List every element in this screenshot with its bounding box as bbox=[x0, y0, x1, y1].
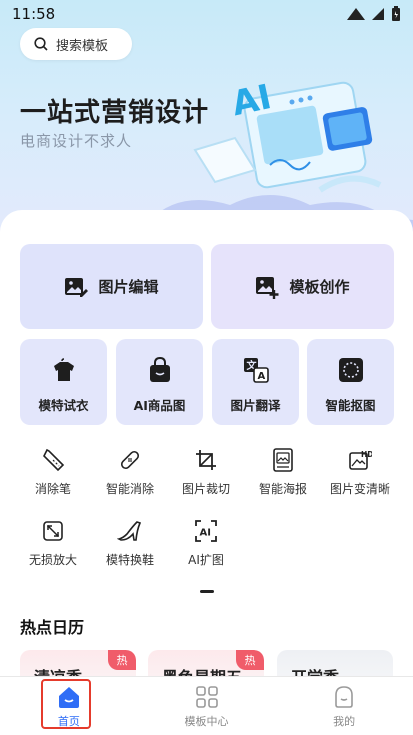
tool-smart-erase[interactable]: 智能消除 bbox=[90, 446, 170, 497]
image-edit-card[interactable]: 图片编辑 bbox=[20, 244, 203, 329]
smart-cutout-card[interactable]: 智能抠图 bbox=[307, 339, 394, 425]
svg-text:AI: AI bbox=[200, 528, 211, 539]
image-translate-label: 图片翻译 bbox=[230, 398, 281, 413]
hot-badge: 热 bbox=[236, 650, 264, 670]
tool-upscale-label: 无损放大 bbox=[28, 553, 77, 567]
grid-icon bbox=[195, 685, 218, 708]
svg-text:AI: AI bbox=[228, 77, 274, 124]
hot-badge: 热 bbox=[108, 650, 136, 670]
hero-banner: AI 11:58 搜索模板 一站式营销设计 电商设计不求人 bbox=[0, 0, 413, 240]
tool-smart-poster-label: 智能海报 bbox=[258, 482, 307, 496]
svg-text:A: A bbox=[257, 371, 265, 382]
hero-subtitle: 电商设计不求人 bbox=[20, 132, 133, 150]
bandage-icon bbox=[120, 450, 140, 470]
status-time: 11:58 bbox=[12, 5, 56, 23]
home-tab-highlight bbox=[41, 679, 91, 729]
high-heel-icon bbox=[117, 521, 142, 541]
tool-crop-label: 图片裁切 bbox=[181, 482, 230, 496]
tool-upscale[interactable]: 无损放大 bbox=[13, 517, 93, 568]
template-create-card[interactable]: 模板创作 bbox=[211, 244, 394, 329]
poster-icon bbox=[273, 448, 293, 472]
signal-icon bbox=[347, 8, 365, 20]
tool-shoe-swap-label: 模特换鞋 bbox=[105, 553, 154, 567]
tool-shoe-swap[interactable]: 模特换鞋 bbox=[90, 517, 170, 568]
ai-product-label: AI商品图 bbox=[133, 398, 186, 413]
ai-illustration: AI bbox=[193, 77, 382, 193]
model-tryon-label: 模特试衣 bbox=[38, 398, 89, 413]
ai-expand-icon: AI bbox=[195, 520, 217, 542]
template-create-label: 模板创作 bbox=[289, 278, 350, 296]
search-placeholder: 搜索模板 bbox=[56, 38, 109, 54]
hd-image-icon: HD bbox=[349, 450, 372, 470]
tab-profile[interactable]: 我的 bbox=[275, 677, 413, 735]
profile-icon bbox=[335, 685, 353, 708]
svg-text:HD: HD bbox=[361, 450, 372, 459]
search-bar[interactable]: 搜索模板 bbox=[20, 28, 132, 60]
image-edit-label: 图片编辑 bbox=[98, 278, 159, 296]
ai-product-card[interactable]: AI商品图 bbox=[116, 339, 203, 425]
hot-calendar-title: 热点日历 bbox=[20, 618, 85, 637]
tool-eraser-pen-label: 消除笔 bbox=[34, 482, 71, 496]
model-tryon-card[interactable]: 模特试衣 bbox=[20, 339, 107, 425]
status-icons bbox=[347, 6, 401, 22]
template-create-icon bbox=[256, 276, 279, 299]
eraser-pen-icon bbox=[43, 448, 65, 472]
smart-cutout-label: 智能抠图 bbox=[325, 398, 376, 413]
cellular-icon bbox=[372, 8, 384, 20]
status-bar: 11:58 bbox=[0, 0, 413, 28]
tool-hd-image[interactable]: HD 图片变清晰 bbox=[320, 446, 400, 497]
tool-eraser-pen[interactable]: 消除笔 bbox=[13, 446, 93, 497]
tab-template-center[interactable]: 模板中心 bbox=[138, 677, 276, 735]
tool-smart-poster[interactable]: 智能海报 bbox=[243, 446, 323, 497]
cutout-icon bbox=[338, 358, 363, 382]
tshirt-icon bbox=[53, 358, 74, 381]
tool-hd-image-label: 图片变清晰 bbox=[329, 482, 390, 496]
upscale-icon bbox=[43, 521, 63, 541]
tab-template-center-label: 模板中心 bbox=[184, 714, 229, 728]
hero-title: 一站式营销设计 bbox=[20, 98, 210, 128]
tab-profile-label: 我的 bbox=[333, 714, 356, 728]
image-edit-icon bbox=[65, 277, 89, 297]
translate-icon: 文A bbox=[243, 358, 269, 383]
shopping-bag-icon bbox=[149, 357, 170, 382]
image-translate-card[interactable]: 文A 图片翻译 bbox=[212, 339, 299, 425]
search-icon bbox=[34, 37, 48, 51]
tool-crop[interactable]: 图片裁切 bbox=[166, 446, 246, 497]
page-indicator bbox=[200, 590, 214, 593]
tool-smart-erase-label: 智能消除 bbox=[105, 482, 154, 496]
crop-icon bbox=[196, 450, 216, 470]
tool-ai-expand[interactable]: AI AI扩图 bbox=[166, 517, 246, 568]
tool-ai-expand-label: AI扩图 bbox=[188, 553, 224, 567]
battery-icon bbox=[392, 6, 400, 21]
